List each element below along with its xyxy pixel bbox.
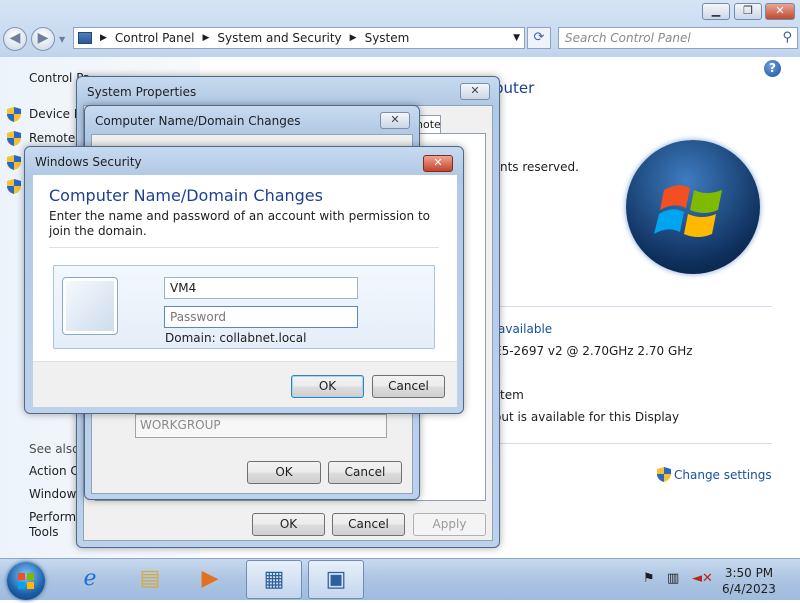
rating-available-link[interactable]: available xyxy=(498,322,552,336)
breadcrumb-separator-icon[interactable]: ▶ xyxy=(100,33,107,43)
internet-explorer-icon: ℯ xyxy=(83,566,97,591)
breadcrumb-system-security[interactable]: System and Security xyxy=(217,31,341,45)
ok-button[interactable]: OK xyxy=(291,375,364,398)
shield-icon xyxy=(7,155,21,170)
processor-value: E5-2697 v2 @ 2.70GHz 2.70 GHz xyxy=(494,344,693,358)
cancel-button[interactable]: Cancel xyxy=(372,375,445,398)
windows-security-dialog: Windows Security ✕ Computer Name/Domain … xyxy=(24,146,464,414)
shield-icon xyxy=(7,131,21,146)
windows-update-link[interactable]: Windows xyxy=(29,487,83,501)
network-icon[interactable]: ▥ xyxy=(667,571,679,586)
volume-muted-icon[interactable]: ◄✕ xyxy=(692,571,713,586)
windows-flag-icon xyxy=(654,185,722,237)
workgroup-field[interactable]: WORKGROUP xyxy=(135,414,387,438)
shield-icon xyxy=(7,107,21,122)
minimize-button[interactable]: ▁ xyxy=(702,3,730,20)
start-button[interactable] xyxy=(7,562,45,600)
shield-icon xyxy=(657,467,671,482)
refresh-button[interactable]: ⟳ xyxy=(527,27,551,49)
recent-pages-dropdown-icon[interactable]: ▼ xyxy=(59,35,65,44)
media-player-taskbar-button[interactable]: ▶ xyxy=(182,560,238,599)
windows-logo xyxy=(626,140,760,274)
media-player-icon: ▶ xyxy=(201,566,219,591)
username-field[interactable]: VM4 xyxy=(164,277,358,299)
dialog-title: Windows Security xyxy=(35,155,142,169)
shield-icon xyxy=(7,179,21,194)
section-divider xyxy=(494,443,772,444)
pen-touch-value: out is available for this Display xyxy=(494,410,680,424)
maximize-button[interactable]: ❐ xyxy=(734,3,762,20)
taskbar: ℯ ▤ ▶ ▦ ▣ xyxy=(0,558,800,600)
breadcrumb-separator-icon[interactable]: ▶ xyxy=(203,33,210,43)
clock-date: 6/4/2023 xyxy=(722,582,776,596)
address-dropdown-icon[interactable]: ▼ xyxy=(513,33,520,43)
back-button[interactable]: ◀ xyxy=(3,27,27,51)
control-panel-icon: ▦ xyxy=(263,567,285,592)
search-input[interactable]: Search Control Panel ⚲ xyxy=(558,27,798,49)
system-clock[interactable]: 3:50 PM 6/4/2023 xyxy=(718,565,780,597)
user-avatar xyxy=(62,277,118,335)
change-settings-link[interactable]: Change settings xyxy=(657,467,772,482)
cancel-button[interactable]: Cancel xyxy=(332,513,405,536)
dialog-title: Computer Name/Domain Changes xyxy=(95,114,301,128)
forward-button[interactable]: ▶ xyxy=(31,27,55,51)
ok-button[interactable]: OK xyxy=(247,461,321,484)
cancel-button[interactable]: Cancel xyxy=(328,461,402,484)
page-heading: puter xyxy=(494,79,535,97)
close-button[interactable]: ✕ xyxy=(460,83,490,100)
computer-icon: ▣ xyxy=(325,567,347,592)
control-panel-taskbar-button[interactable]: ▦ xyxy=(246,560,302,599)
action-center-flag-icon[interactable]: ⚑ xyxy=(643,571,655,586)
explorer-taskbar-button[interactable]: ▤ xyxy=(122,560,178,599)
domain-label: Domain: collabnet.local xyxy=(165,331,307,345)
copyright-text: nts reserved. xyxy=(500,160,579,174)
breadcrumb-control-panel[interactable]: Control Panel xyxy=(115,31,195,45)
system-properties-taskbar-button[interactable]: ▣ xyxy=(308,560,364,599)
apply-button[interactable]: Apply xyxy=(413,513,486,536)
performance-tools-link[interactable]: Tools xyxy=(29,525,59,539)
dialog-heading: Computer Name/Domain Changes xyxy=(49,186,323,205)
dialog-description: Enter the name and password of an accoun… xyxy=(49,209,430,238)
see-also-heading: See also xyxy=(29,442,80,456)
change-settings-label: Change settings xyxy=(674,467,772,482)
control-panel-icon xyxy=(78,32,92,44)
refresh-icon: ⟳ xyxy=(533,30,545,45)
search-icon[interactable]: ⚲ xyxy=(782,30,792,45)
credential-tile[interactable]: VM4 Password Domain: collabnet.local xyxy=(53,265,435,349)
divider xyxy=(49,247,439,248)
close-button[interactable]: ✕ xyxy=(765,3,795,20)
breadcrumb-separator-icon[interactable]: ▶ xyxy=(350,33,357,43)
system-type-value: tem xyxy=(500,388,524,402)
section-divider xyxy=(494,306,772,307)
search-placeholder: Search Control Panel xyxy=(565,31,691,45)
internet-explorer-taskbar-button[interactable]: ℯ xyxy=(62,560,118,599)
ok-button[interactable]: OK xyxy=(252,513,325,536)
close-button[interactable]: ✕ xyxy=(380,112,410,129)
address-bar[interactable]: ▶ Control Panel ▶ System and Security ▶ … xyxy=(73,27,525,49)
help-icon[interactable]: ? xyxy=(764,60,781,77)
action-center-link[interactable]: Action C xyxy=(29,464,79,478)
dialog-title: System Properties xyxy=(87,85,197,99)
close-button[interactable]: ✕ xyxy=(423,155,453,172)
breadcrumb-system[interactable]: System xyxy=(365,31,410,45)
windows-start-icon xyxy=(18,573,34,589)
folder-icon: ▤ xyxy=(139,566,161,591)
clock-time: 3:50 PM xyxy=(724,566,774,580)
password-field[interactable]: Password xyxy=(164,306,358,328)
